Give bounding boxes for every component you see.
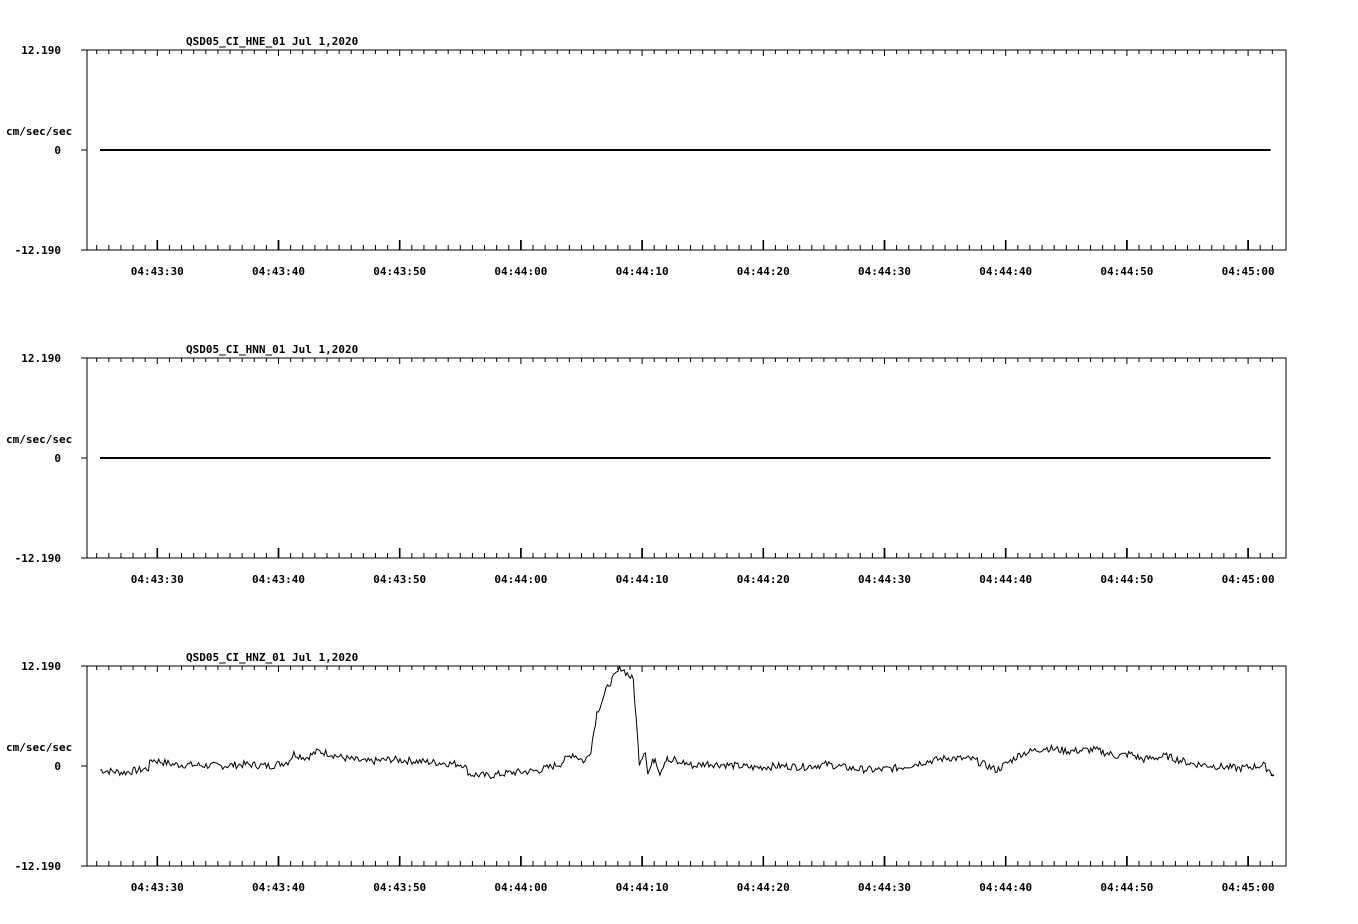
y-tick-label: -12.190 [15,244,61,257]
x-tick-label: 04:44:00 [494,265,547,278]
x-tick-label: 04:45:00 [1222,881,1275,894]
x-tick-label: 04:44:40 [979,881,1032,894]
panel-2: 12.190 0 -12.190 cm/sec/sec QSD05_CI_HNN_01 … [6,343,1287,586]
x-tick-label: 04:43:40 [252,573,305,586]
x-tick-label: 04:44:30 [858,881,911,894]
x-tick-label: 04:44:20 [737,881,790,894]
x-tick-label: 04:43:30 [131,881,184,894]
x-tick-label: 04:44:10 [616,573,669,586]
x-tick-label: 04:44:30 [858,265,911,278]
x-tick-label: 04:44:10 [616,265,669,278]
x-tick-label: 04:43:50 [373,881,426,894]
x-tick-label: 04:43:40 [252,881,305,894]
y-tick-label: 0 [54,452,61,465]
panel-1: 12.190 0 -12.190 cm/sec/sec QSD05_CI_HNE_01 … [6,35,1287,278]
x-tick-label: 04:44:50 [1100,265,1153,278]
y-tick-label: 0 [54,144,61,157]
panel-title: QSD05_CI_HNE_01 Jul 1,2020 [186,35,358,48]
x-tick-label: 04:43:50 [373,265,426,278]
y-tick-label: 12.190 [21,352,61,365]
y-axis-label: cm/sec/sec [6,125,72,138]
x-tick-label: 04:44:00 [494,573,547,586]
y-axis-label: cm/sec/sec [6,741,72,754]
x-tick-label: 04:44:50 [1100,573,1153,586]
x-tick-label: 04:44:50 [1100,881,1153,894]
x-tick-label: 04:44:20 [737,265,790,278]
trace-line [99,665,1275,780]
x-tick-label: 04:43:40 [252,265,305,278]
x-tick-label: 04:45:00 [1222,573,1275,586]
x-tick-label: 04:44:00 [494,881,547,894]
x-tick-label: 04:44:40 [979,265,1032,278]
x-tick-label: 04:44:20 [737,573,790,586]
y-tick-label: -12.190 [15,552,61,565]
seismogram-figure: 12.190 0 -12.190 cm/sec/sec QSD05_CI_HNE_01 … [6,35,1287,894]
y-axis-label: cm/sec/sec [6,433,72,446]
y-tick-label: 12.190 [21,44,61,57]
x-tick-label: 04:43:50 [373,573,426,586]
x-tick-label: 04:44:40 [979,573,1032,586]
x-tick-label: 04:44:30 [858,573,911,586]
panel-3: 12.190 0 -12.190 cm/sec/sec QSD05_CI_HNZ_01 … [6,651,1287,894]
panel-title: QSD05_CI_HNN_01 Jul 1,2020 [186,343,358,356]
panel-title: QSD05_CI_HNZ_01 Jul 1,2020 [186,651,358,664]
y-tick-label: 12.190 [21,660,61,673]
y-tick-label: -12.190 [15,860,61,873]
x-tick-label: 04:43:30 [131,573,184,586]
x-tick-label: 04:45:00 [1222,265,1275,278]
y-tick-label: 0 [54,760,61,773]
x-tick-label: 04:43:30 [131,265,184,278]
x-tick-label: 04:44:10 [616,881,669,894]
